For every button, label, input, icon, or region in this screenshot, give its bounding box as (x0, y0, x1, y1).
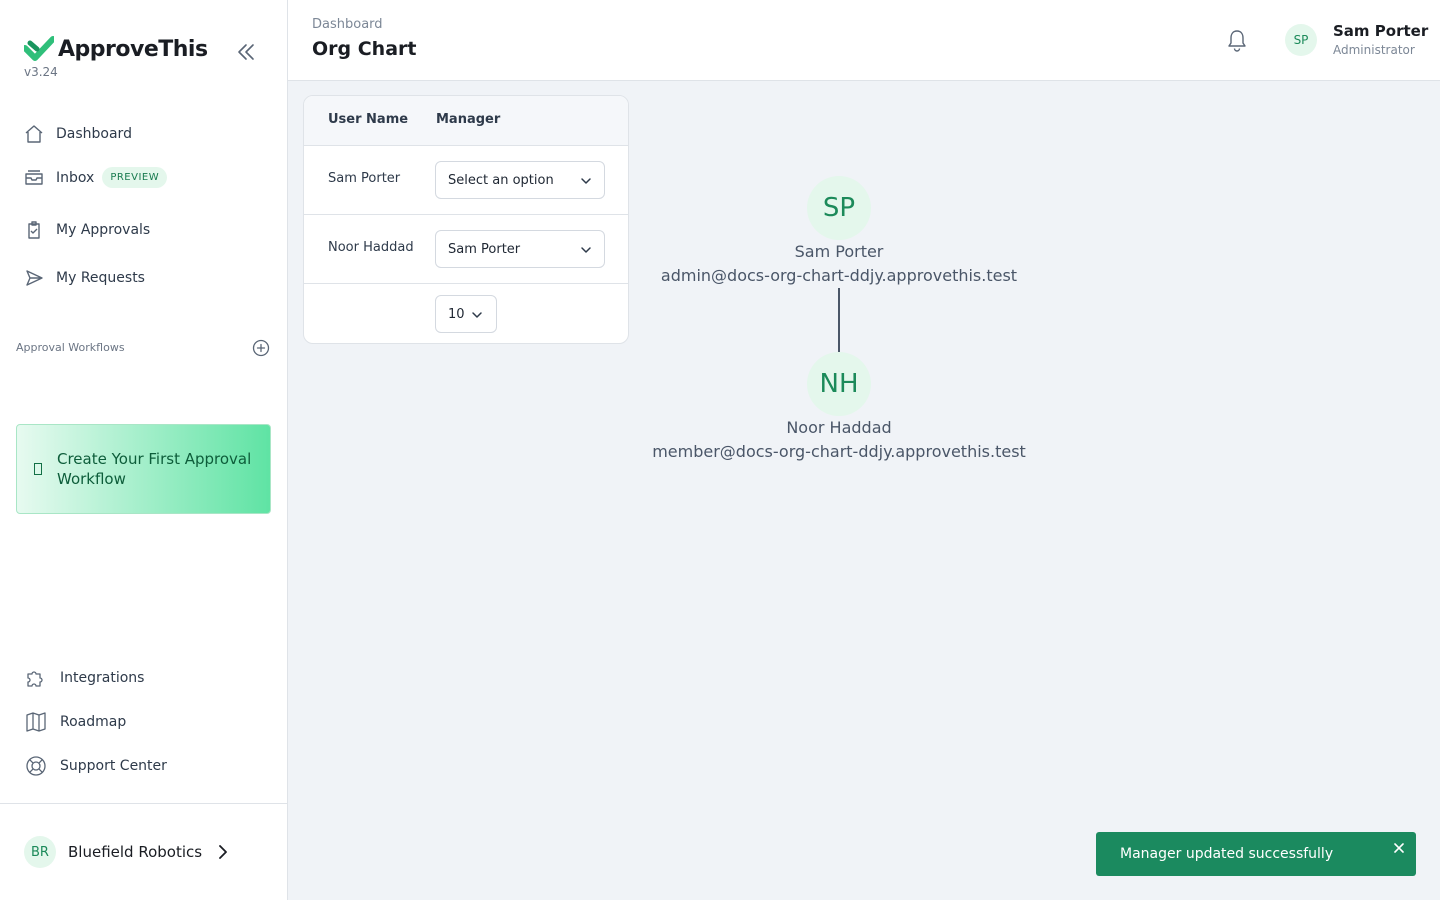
manager-select-value: Sam Porter (448, 241, 521, 257)
bell-icon[interactable] (1226, 28, 1248, 52)
org-node-email: admin@docs-org-chart-ddjy.approvethis.te… (660, 266, 1018, 285)
organization-switcher[interactable]: BR Bluefield Robotics (24, 836, 230, 868)
sidebar: ApproveThis v3.24 Dashboard Inbox PREVIE… (0, 0, 288, 900)
sidebar-item-my-requests[interactable]: My Requests (24, 268, 145, 288)
sidebar-item-support-center[interactable]: Support Center (24, 754, 167, 778)
close-icon[interactable] (1392, 841, 1406, 855)
org-node-email: member@docs-org-chart-ddjy.approvethis.t… (652, 442, 1026, 461)
user-name[interactable]: Sam Porter (1333, 22, 1428, 40)
clipboard-icon (28, 221, 40, 239)
user-role: Administrator (1333, 43, 1415, 57)
column-header-user-name: User Name (328, 112, 409, 127)
create-first-workflow-button[interactable]: Create Your First Approval Workflow (16, 424, 271, 514)
sidebar-item-label: Dashboard (56, 126, 132, 142)
chevron-down-icon (472, 312, 482, 318)
home-icon (25, 125, 43, 143)
table-header: User Name Manager (304, 96, 628, 146)
sidebar-item-roadmap[interactable]: Roadmap (24, 710, 126, 734)
chevron-down-icon (581, 247, 591, 253)
user-avatar[interactable]: SP (1285, 24, 1317, 56)
page-size-value: 10 (448, 306, 465, 322)
brand[interactable]: ApproveThis (24, 36, 208, 62)
chevron-right-icon (219, 845, 227, 859)
org-node-avatar[interactable]: SP (807, 176, 871, 240)
toast-message: Manager updated successfully (1120, 846, 1334, 862)
create-workflow-label: Create Your First Approval Workflow (57, 450, 252, 488)
sidebar-item-label: Inbox (56, 169, 95, 186)
sidebar-item-inbox[interactable]: Inbox PREVIEW (24, 167, 168, 188)
sidebar-item-dashboard[interactable]: Dashboard (24, 124, 132, 144)
workflow-icon (34, 463, 42, 475)
sidebar-item-label: Support Center (60, 758, 167, 774)
manager-select-value: Select an option (448, 172, 554, 188)
pagination-row: 10 (304, 284, 628, 343)
chevron-down-icon (581, 178, 591, 184)
preview-badge: PREVIEW (102, 167, 168, 188)
sidebar-item-label: My Approvals (56, 222, 151, 238)
org-node-name: Sam Porter (794, 242, 884, 261)
sidebar-item-integrations[interactable]: Integrations (24, 666, 144, 690)
org-avatar: BR (24, 836, 56, 868)
map-icon (26, 712, 46, 732)
sidebar-item-label: My Requests (56, 270, 145, 286)
row-user-name: Sam Porter (328, 171, 401, 186)
inbox-icon (25, 169, 43, 185)
add-workflow-icon[interactable] (252, 339, 270, 357)
checkmark-logo-icon (24, 36, 54, 61)
org-node-name: Noor Haddad (786, 418, 892, 437)
page-size-select[interactable]: 10 (435, 295, 497, 333)
org-node-avatar[interactable]: NH (807, 352, 871, 416)
table-row: Sam Porter Select an option (304, 146, 628, 215)
manager-select[interactable]: Select an option (435, 161, 605, 199)
page-title: Org Chart (312, 38, 417, 60)
top-header: Dashboard Org Chart SP Sam Porter Admini… (288, 0, 1440, 81)
app-name: ApproveThis (58, 36, 208, 62)
org-name: Bluefield Robotics (68, 843, 203, 861)
table-row: Noor Haddad Sam Porter (304, 215, 628, 284)
column-header-manager: Manager (436, 112, 501, 127)
sidebar-item-my-approvals[interactable]: My Approvals (24, 220, 150, 240)
sidebar-item-label: Roadmap (60, 714, 127, 730)
org-chart-connector (838, 288, 840, 352)
breadcrumb[interactable]: Dashboard (312, 17, 383, 32)
manager-select[interactable]: Sam Porter (435, 230, 605, 268)
lifebuoy-icon (26, 756, 46, 776)
row-user-name: Noor Haddad (328, 240, 414, 255)
sidebar-item-label: Integrations (60, 670, 145, 686)
puzzle-icon (27, 671, 43, 687)
manager-table: User Name Manager Sam Porter Select an o… (303, 95, 629, 344)
app-version: v3.24 (24, 65, 58, 79)
org-footer: BR Bluefield Robotics (0, 803, 288, 900)
approval-workflows-label: Approval Workflows (16, 341, 125, 354)
collapse-sidebar-icon[interactable] (234, 40, 258, 64)
success-toast: Manager updated successfully (1096, 832, 1416, 876)
send-icon (26, 270, 43, 286)
